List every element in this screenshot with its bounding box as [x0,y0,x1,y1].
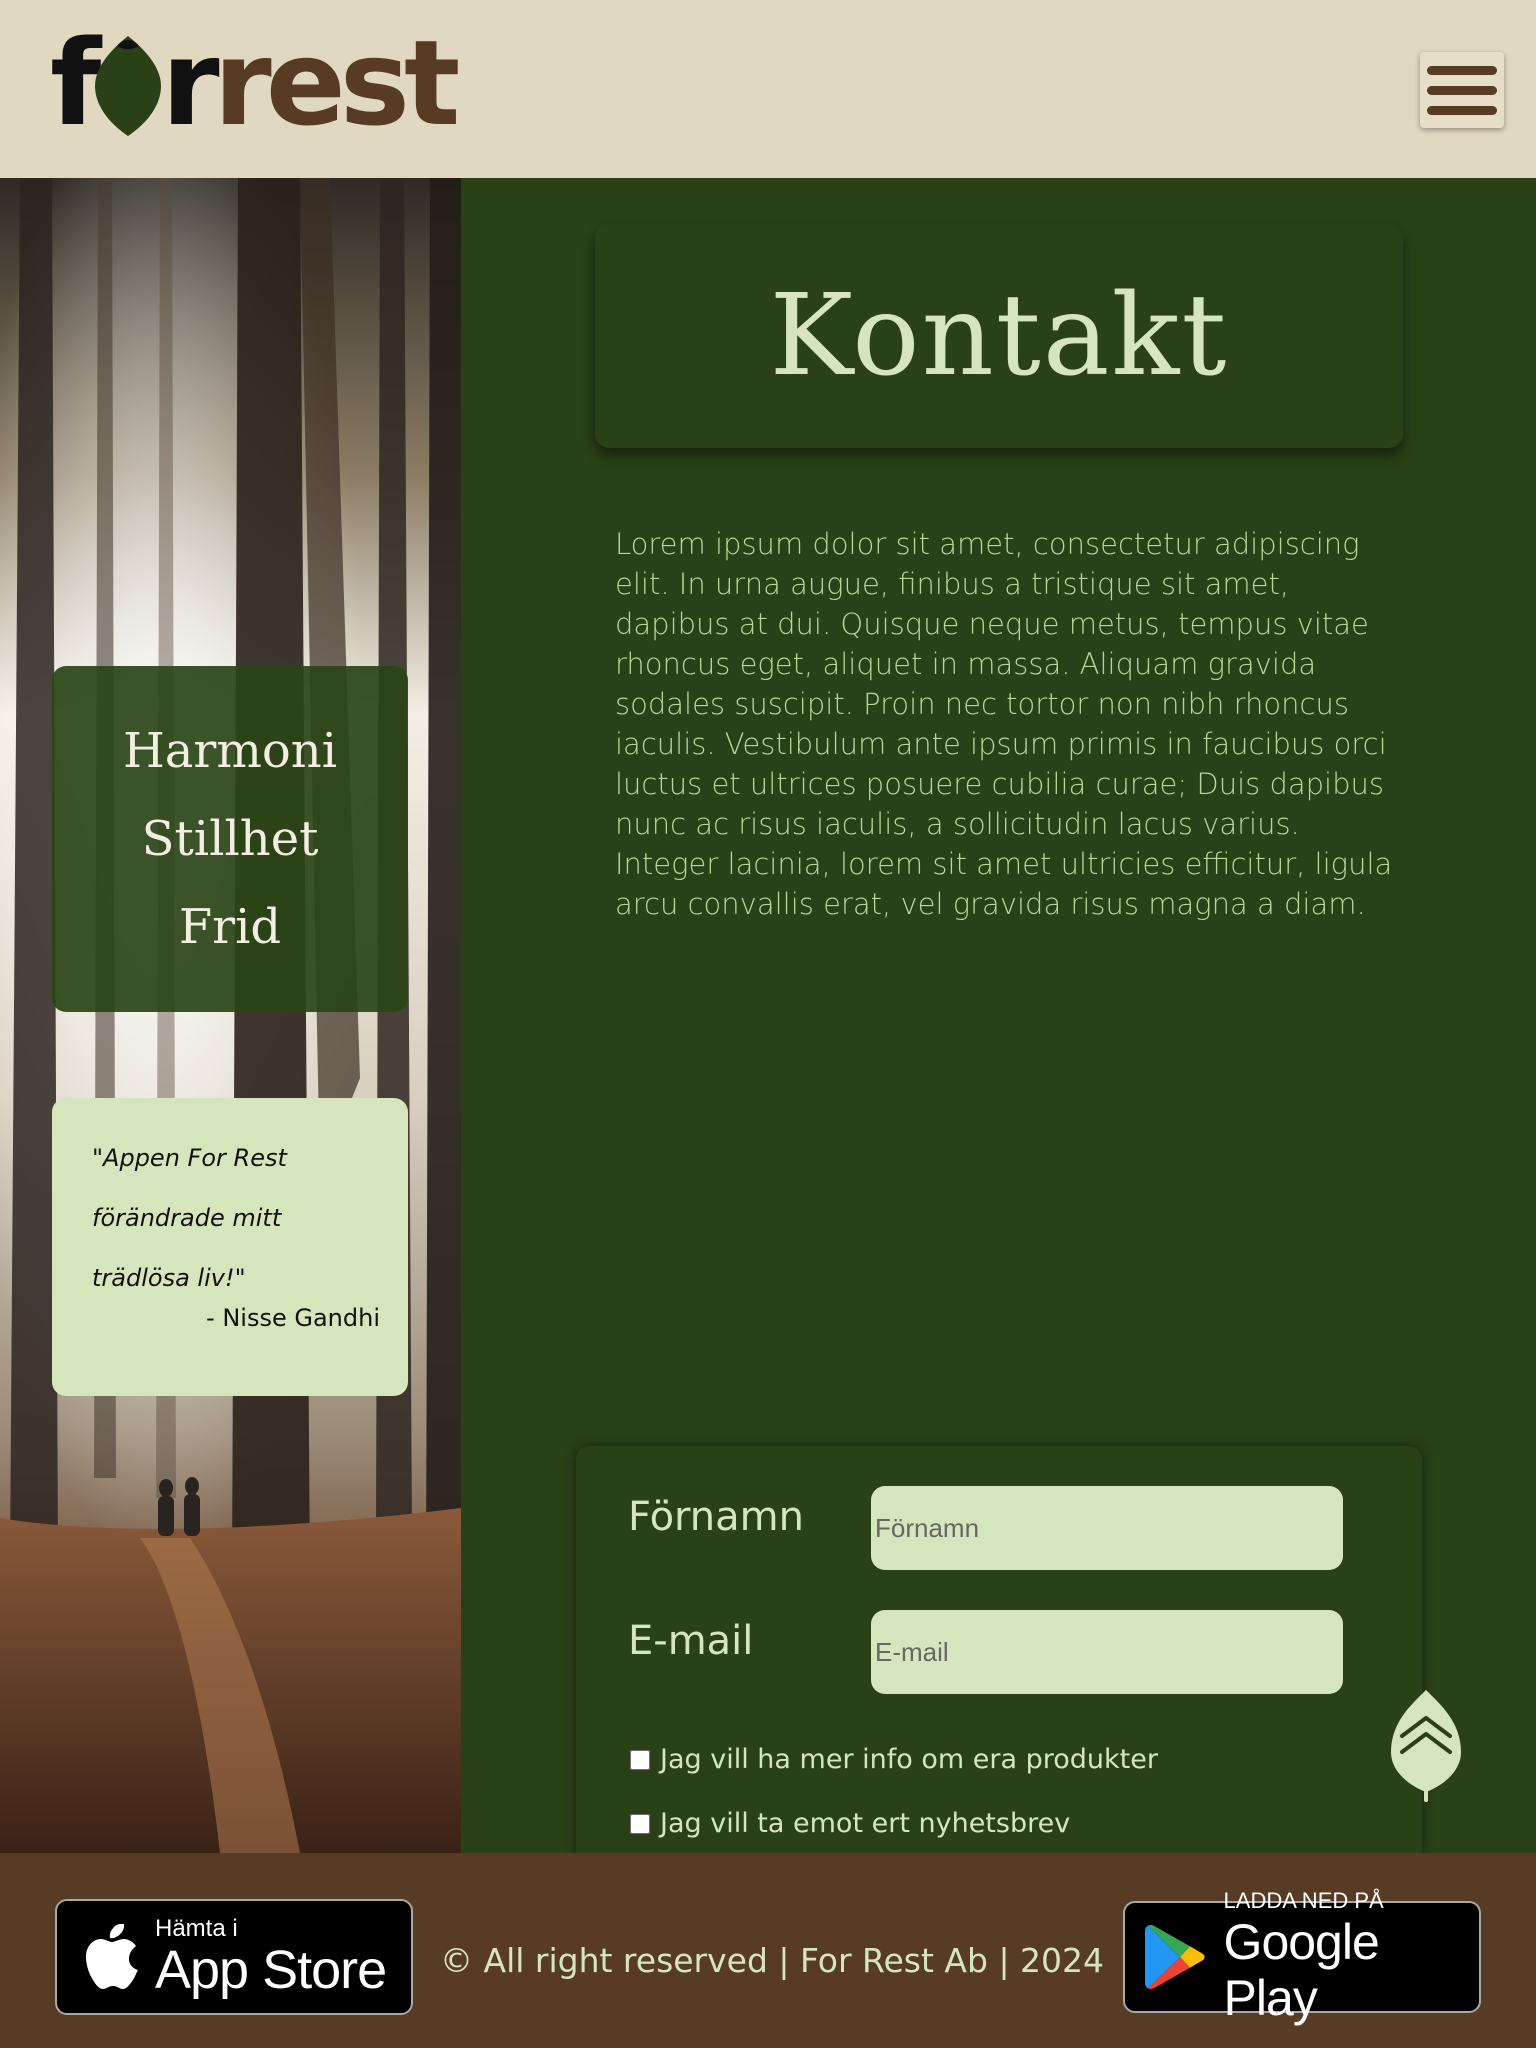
intro-paragraph: Lorem ipsum dolor sit amet, consectetur … [615,527,1393,921]
leaf-logo-icon [95,36,162,136]
harmony-word: Frid [178,899,282,955]
app-store-small-text: Hämta i [155,1915,238,1942]
hamburger-menu-icon[interactable] [1420,52,1504,128]
newsletter-checkbox-label: Jag vill ta emot ert nyhetsbrev [660,1808,1071,1839]
site-header: f r rest [0,0,1536,178]
info-checkbox[interactable] [630,1749,650,1770]
newsletter-checkbox-row[interactable]: Jag vill ta emot ert nyhetsbrev [630,1808,1070,1839]
copyright-text: © All right reserved | For Rest Ab | 202… [440,1941,1105,1980]
forrest-logo[interactable]: f r rest [50,24,460,142]
title-card: Kontakt [595,224,1403,448]
harmony-word: Stillhet [141,811,319,867]
info-checkbox-row[interactable]: Jag vill ha mer info om era produkter [630,1744,1158,1775]
site-footer: Hämta i App Store © All right reserved |… [0,1853,1536,2048]
email-input[interactable] [871,1610,1343,1694]
harmony-word: Harmoni [122,723,338,779]
email-label: E-mail [628,1618,754,1664]
apple-icon [86,1924,138,1989]
forest-illustration [0,178,461,1853]
leaf-chevron-up-icon[interactable] [1388,1688,1464,1802]
testimonial-quote: "Appen For Rest förändrade mitt trädlösa… [52,1098,408,1396]
google-play-badge[interactable]: LADDA NED PÅ Google Play [1123,1888,1481,2026]
quote-text: "Appen For Rest förändrade mitt trädlösa… [92,1144,287,1292]
forest-path-photo: Harmoni Stillhet Frid "Appen For Rest fö… [0,178,461,1853]
contact-form: Förnamn E-mail Jag vill ha mer info om e… [576,1446,1422,1866]
google-play-small-text: LADDA NED PÅ [1223,1888,1384,1913]
google-play-large-text: Google Play [1223,1914,1380,2026]
firstname-input[interactable] [871,1486,1343,1570]
quote-author: - Nisse Gandhi [206,1304,380,1332]
harmony-box: Harmoni Stillhet Frid [52,666,408,1012]
google-play-icon [1145,1924,1205,1990]
firstname-label: Förnamn [628,1494,804,1540]
info-checkbox-label: Jag vill ha mer info om era produkter [660,1744,1158,1775]
newsletter-checkbox[interactable] [630,1813,650,1834]
app-store-large-text: App Store [155,1940,387,2000]
page-title: Kontakt [769,271,1229,401]
app-store-badge[interactable]: Hämta i App Store [55,1899,413,2015]
